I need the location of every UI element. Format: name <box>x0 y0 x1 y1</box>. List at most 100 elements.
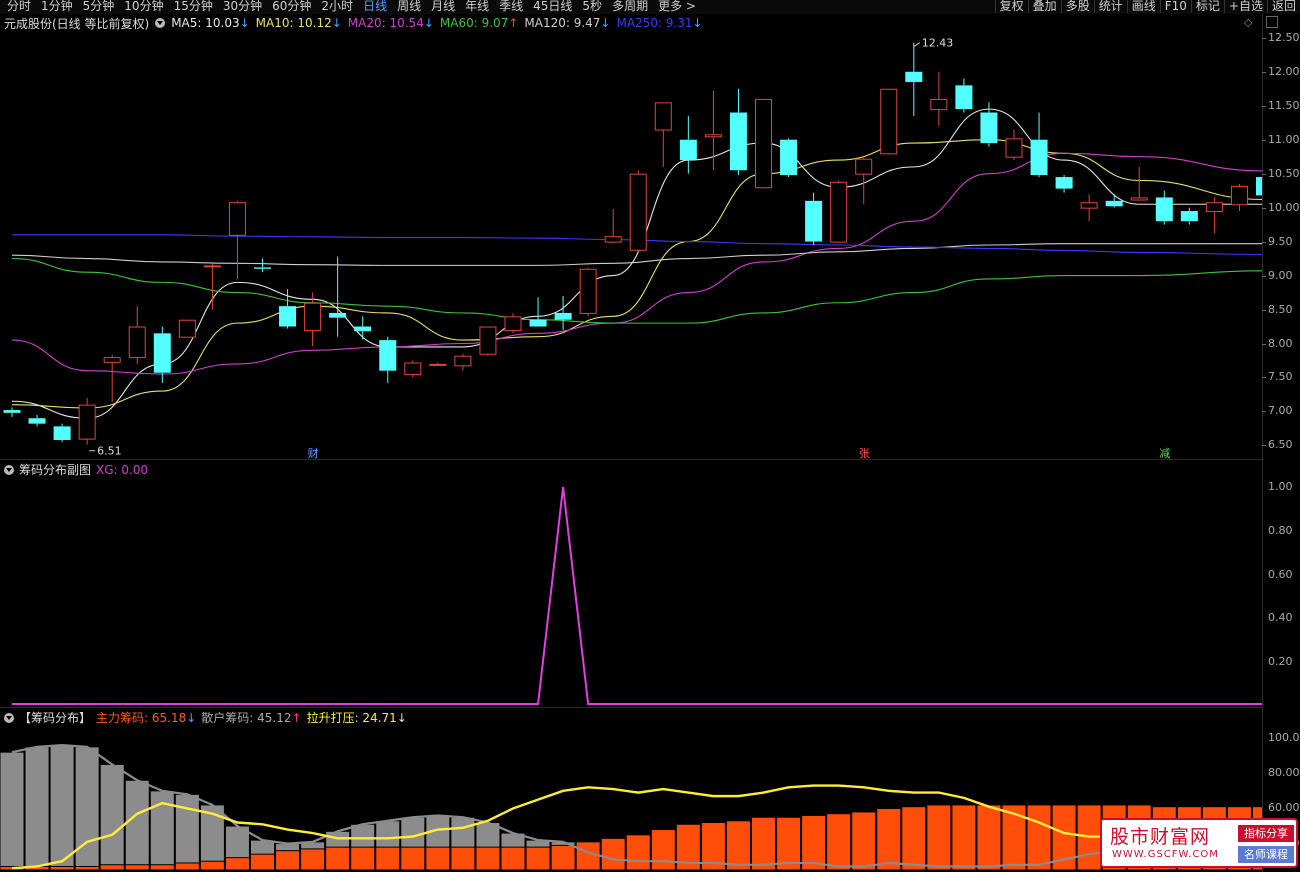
tab-15[interactable]: 多周期 <box>607 0 653 13</box>
candle[interactable] <box>755 98 772 189</box>
candle[interactable] <box>178 319 196 338</box>
tab-10[interactable]: 月线 <box>426 0 460 13</box>
candle-body <box>980 112 998 144</box>
pull-press-value: 拉升打压: 24.71↓ <box>306 711 407 725</box>
y-tick <box>1262 411 1266 413</box>
candle[interactable] <box>1080 194 1098 222</box>
pane-divider <box>0 459 1262 460</box>
candle[interactable] <box>454 353 472 371</box>
candle[interactable] <box>53 423 71 443</box>
tab-12[interactable]: 季线 <box>494 0 528 13</box>
candle[interactable] <box>1005 129 1023 161</box>
main-chip-bar <box>1026 804 1052 870</box>
tool-button-0[interactable]: 复权 <box>994 0 1028 13</box>
tool-button-4[interactable]: 画线 <box>1126 0 1160 13</box>
candle[interactable] <box>3 407 21 417</box>
candle[interactable] <box>304 292 322 347</box>
tab-4[interactable]: 15分钟 <box>169 0 218 13</box>
candle[interactable] <box>579 267 597 317</box>
event-marker[interactable]: 减 <box>1158 445 1171 461</box>
candle[interactable] <box>679 115 697 174</box>
candle[interactable] <box>529 297 547 327</box>
tool-button-8[interactable]: 返回 <box>1266 0 1300 13</box>
retail-chip-bar <box>0 751 25 870</box>
chip-distribution-chart[interactable] <box>0 724 1262 870</box>
candle[interactable] <box>279 289 297 329</box>
candle[interactable] <box>254 258 271 273</box>
chevron-down-icon[interactable] <box>4 712 14 723</box>
tab-0[interactable]: 分时 <box>2 0 36 13</box>
tab-16[interactable]: 更多 > <box>653 0 701 13</box>
y-tick-label: 9.00 <box>1268 268 1293 282</box>
tab-6[interactable]: 60分钟 <box>267 0 316 13</box>
tool-button-1[interactable]: 叠加 <box>1027 0 1061 13</box>
tab-5[interactable]: 30分钟 <box>218 0 267 13</box>
chevron-down-icon[interactable] <box>4 464 14 475</box>
event-marker[interactable]: 财 <box>307 445 320 461</box>
candle[interactable] <box>729 88 747 176</box>
candle[interactable] <box>930 71 948 127</box>
tool-button-7[interactable]: +自选 <box>1223 0 1267 13</box>
tab-11[interactable]: 年线 <box>460 0 494 13</box>
y-tick <box>1262 275 1266 277</box>
candle[interactable] <box>1105 194 1123 208</box>
main-chip-bar <box>475 846 501 870</box>
event-marker[interactable]: 张 <box>858 445 871 461</box>
candle[interactable] <box>1180 207 1198 225</box>
tool-button-6[interactable]: 标记 <box>1190 0 1224 13</box>
tab-3[interactable]: 10分钟 <box>119 0 168 13</box>
candle[interactable] <box>103 355 121 402</box>
tab-9[interactable]: 周线 <box>392 0 426 13</box>
candle[interactable] <box>28 414 46 427</box>
tab-8[interactable]: 日线 <box>358 0 392 13</box>
candle[interactable] <box>980 102 998 147</box>
settings-box-icon[interactable] <box>1266 16 1278 28</box>
tab-1[interactable]: 1分钟 <box>36 0 78 13</box>
ma-legend-item: MA5: 10.03↓ <box>171 16 250 30</box>
tool-button-3[interactable]: 统计 <box>1093 0 1127 13</box>
candle[interactable] <box>780 138 798 178</box>
candle[interactable] <box>504 312 522 334</box>
candle-body <box>529 319 547 327</box>
candle[interactable] <box>1155 190 1173 225</box>
candle[interactable] <box>354 316 372 340</box>
candle[interactable] <box>203 263 221 310</box>
candle[interactable] <box>379 336 397 383</box>
candle[interactable] <box>1130 166 1148 201</box>
candle[interactable] <box>479 326 497 356</box>
chevron-down-icon[interactable] <box>155 18 166 28</box>
tab-2[interactable]: 5分钟 <box>78 0 120 13</box>
candle[interactable] <box>404 360 422 378</box>
candle[interactable] <box>905 42 923 116</box>
candle[interactable] <box>329 256 347 337</box>
main-chip-bar <box>575 841 601 870</box>
candle[interactable] <box>554 295 572 330</box>
candle[interactable] <box>1205 197 1223 234</box>
candle[interactable] <box>1030 112 1048 178</box>
candle-body <box>454 355 472 367</box>
tab-7[interactable]: 2小时 <box>316 0 358 13</box>
main-chip-bar <box>275 850 301 870</box>
candle-body <box>604 236 622 243</box>
xg-indicator-chart[interactable] <box>0 476 1262 706</box>
candle[interactable] <box>629 170 647 252</box>
candle[interactable] <box>805 192 823 245</box>
candle[interactable] <box>228 200 246 279</box>
tab-13[interactable]: 45日线 <box>528 0 577 13</box>
candle[interactable] <box>1230 183 1248 212</box>
candle[interactable] <box>128 306 146 364</box>
candle[interactable] <box>880 88 898 155</box>
candle[interactable] <box>654 102 672 167</box>
tool-button-2[interactable]: 多股 <box>1060 0 1094 13</box>
candle[interactable] <box>78 397 96 445</box>
candle[interactable] <box>429 362 447 366</box>
candle[interactable] <box>604 208 622 243</box>
diamond-icon[interactable]: ◇ <box>1244 16 1252 29</box>
candle[interactable] <box>1055 175 1073 193</box>
tool-button-5[interactable]: F10 <box>1159 0 1191 13</box>
price-axis-divider <box>1262 14 1263 872</box>
candle[interactable] <box>830 180 848 243</box>
tab-14[interactable]: 5秒 <box>577 0 607 13</box>
candlestick-chart[interactable]: 12.43 6.51 <box>0 31 1262 459</box>
candle[interactable] <box>955 78 973 113</box>
